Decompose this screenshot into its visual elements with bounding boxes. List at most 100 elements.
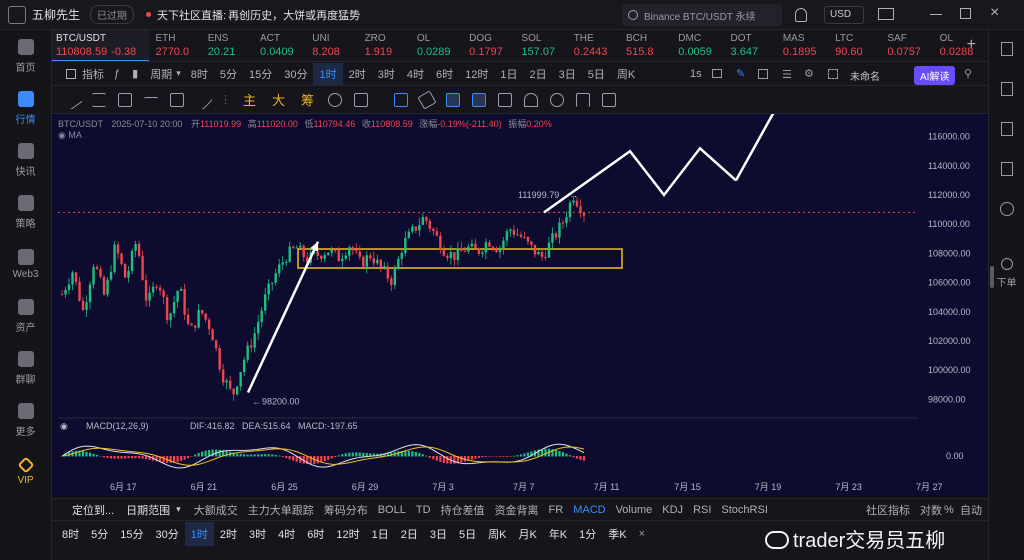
tf2-12[interactable]: 3日 (424, 526, 453, 542)
sidebar-item-7[interactable]: 更多 (0, 394, 51, 446)
minimize-icon[interactable] (930, 14, 942, 15)
tf-5[interactable]: 2时 (343, 66, 372, 82)
expand-icon[interactable] (758, 69, 768, 79)
tf2-14[interactable]: 周K (482, 526, 512, 542)
sidebar-item-3[interactable]: 策略 (0, 186, 51, 238)
tf-12[interactable]: 3日 (553, 66, 582, 82)
tf-8[interactable]: 6时 (430, 66, 459, 82)
rectangle-icon[interactable] (170, 92, 184, 107)
ticker-13[interactable]: MAS 0.1895 (779, 30, 829, 61)
tf-13[interactable]: 5日 (582, 66, 611, 82)
lock-icon[interactable] (498, 92, 513, 107)
indicator-4[interactable]: TD (411, 504, 436, 516)
tf2-4[interactable]: 1时 (184, 521, 214, 546)
tf-3[interactable]: 30分 (278, 66, 313, 82)
sidebar-item-8[interactable]: VIP (0, 446, 51, 498)
ticker-15[interactable]: SAF 0.0757 (883, 30, 933, 61)
calculator-icon[interactable] (1000, 162, 1013, 176)
tf2-18[interactable]: 季K (602, 526, 632, 542)
period-chevron-icon[interactable]: ▾ (176, 68, 181, 79)
ruler-icon[interactable] (417, 89, 437, 110)
search-input[interactable]: Binance BTC/USDT 永续 (644, 8, 756, 23)
collapse-handle-icon[interactable] (989, 266, 994, 288)
mail-icon[interactable] (878, 8, 894, 20)
ticker-6[interactable]: OL 0.0289 (413, 30, 463, 61)
main-indicator-toggle[interactable]: 主 (243, 90, 256, 109)
tf-10[interactable]: 1日 (494, 66, 523, 82)
search-box[interactable]: Binance BTC/USDT 永续 (622, 4, 782, 26)
close-icon[interactable]: × (990, 4, 999, 22)
tf-0[interactable]: 8时 (185, 66, 214, 82)
refresh-icon[interactable] (328, 92, 343, 107)
tf-14[interactable]: 周K (611, 66, 641, 82)
indicator-2[interactable]: 筹码分布 (319, 502, 373, 518)
layout-icon[interactable] (1000, 42, 1013, 56)
tf-4[interactable]: 1时 (313, 62, 343, 85)
layout-name[interactable]: 未命名 (850, 68, 880, 83)
ticker-7[interactable]: DOG 0.1797 (465, 30, 515, 61)
ticker-2[interactable]: ENS 20.21 (204, 30, 254, 61)
range-chevron-icon[interactable]: ▾ (176, 504, 181, 515)
tf2-7[interactable]: 4时 (272, 526, 301, 542)
ticker-11[interactable]: DMC 0.0059 (674, 30, 724, 61)
ticker-14[interactable]: LTC 90.60 (831, 30, 881, 61)
sidebar-item-0[interactable]: 首页 (0, 30, 51, 82)
camera-icon[interactable] (712, 69, 722, 78)
ticker-8[interactable]: SOL 157.07 (517, 30, 567, 61)
ticker-4[interactable]: UNI 8.208 (308, 30, 358, 61)
brush-icon[interactable] (550, 92, 565, 107)
tf2-9[interactable]: 12时 (330, 526, 365, 542)
broadcast-text[interactable]: 再创历史，大饼或再度猛势 (228, 7, 360, 23)
date-range-button[interactable]: 日期范围 (120, 502, 176, 518)
stack-icon[interactable] (354, 92, 369, 107)
trash-icon[interactable] (602, 92, 617, 107)
tf2-5[interactable]: 2时 (214, 526, 243, 542)
indicator-7[interactable]: FR (544, 504, 569, 516)
tf2-2[interactable]: 15分 (114, 526, 149, 542)
ai-button[interactable]: AI解读 (914, 66, 956, 85)
tf2-15[interactable]: 月K (512, 526, 542, 542)
indicator-1[interactable]: 主力大单跟踪 (243, 502, 319, 518)
ticker-3[interactable]: ACT 0.0409 (256, 30, 306, 61)
tf2-0[interactable]: 8时 (56, 526, 85, 542)
eye-icon[interactable] (524, 92, 539, 107)
channel-icon[interactable] (118, 92, 132, 107)
indicator-10[interactable]: KDJ (657, 504, 688, 516)
horizontal-line-icon[interactable] (144, 96, 158, 111)
pencil-icon[interactable]: ✎ (736, 67, 745, 80)
currency-select[interactable]: USD (824, 6, 864, 24)
order-label[interactable]: 下单 (997, 274, 1017, 289)
fx-icon[interactable]: ƒ (114, 68, 120, 80)
realtime-1s[interactable]: 1s (684, 68, 708, 80)
settings-gear-icon[interactable]: ⚙ (804, 67, 814, 80)
indicator-button[interactable]: 指标 (76, 66, 110, 82)
document-icon[interactable] (1000, 82, 1013, 96)
add-ticker-icon[interactable]: + (967, 36, 976, 54)
ticker-0[interactable]: BTC/USDT 110808.59 -0.38 (52, 30, 150, 61)
tf2-8[interactable]: 6时 (301, 526, 330, 542)
ticker-10[interactable]: BCH 515.8 (622, 30, 672, 61)
list-icon[interactable]: ☰ (782, 68, 792, 81)
tf-2[interactable]: 15分 (243, 66, 278, 82)
indicator-5[interactable]: 持仓差值 (436, 502, 490, 518)
ticker-1[interactable]: ETH 2770.0 (151, 30, 201, 61)
indicator-6[interactable]: 资金背离 (490, 502, 544, 518)
tf2-13[interactable]: 5日 (453, 526, 482, 542)
close-timeframes-icon[interactable]: × (639, 528, 645, 540)
sidebar-item-5[interactable]: 资产 (0, 290, 51, 342)
chip-toggle[interactable]: 筹 (301, 90, 314, 109)
order-icon[interactable] (1000, 258, 1013, 270)
ticker-16[interactable]: OL 0.0288 (936, 30, 986, 61)
tf-6[interactable]: 3时 (372, 66, 401, 82)
candle-type-icon[interactable]: ▮ (132, 67, 138, 80)
share-icon[interactable]: ⚲ (964, 67, 972, 80)
coin-icon[interactable] (999, 202, 1014, 216)
sidebar-item-1[interactable]: 行情 (0, 82, 51, 134)
bar-pattern-icon[interactable] (472, 92, 487, 107)
community-indicator-button[interactable]: 社区指标 (860, 502, 916, 518)
parallel-lines-icon[interactable] (92, 92, 106, 107)
tf2-1[interactable]: 5分 (85, 526, 114, 542)
indicator-12[interactable]: StochRSI (716, 504, 772, 516)
tf-7[interactable]: 4时 (401, 66, 430, 82)
tf-1[interactable]: 5分 (214, 66, 243, 82)
